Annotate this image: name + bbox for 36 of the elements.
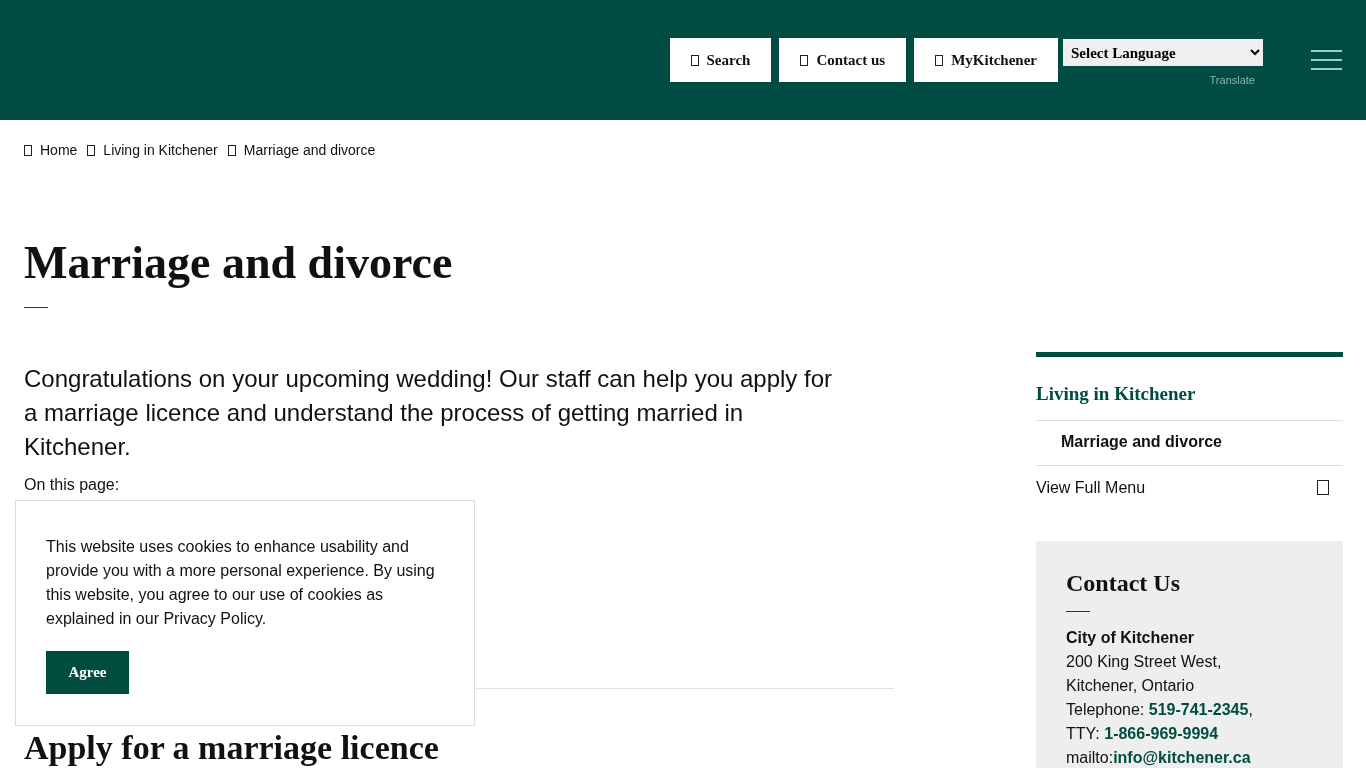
missing-glyph-icon xyxy=(800,54,809,66)
language-select[interactable]: Select Language xyxy=(1063,39,1263,66)
phone-link[interactable]: 519-741-2345 xyxy=(1148,700,1249,718)
contact-title: Contact Us xyxy=(1066,570,1181,595)
missing-glyph-icon xyxy=(935,54,944,66)
mail-label: mailto: xyxy=(1066,748,1114,766)
missing-glyph-icon xyxy=(24,144,32,156)
section-heading: Apply for a marriage licence xyxy=(24,728,440,767)
menu-icon[interactable] xyxy=(1311,50,1342,70)
header-button[interactable]: Contact us xyxy=(779,38,907,82)
breadcrumb-link[interactable]: Marriage and divorce xyxy=(243,142,376,158)
sidebar-item[interactable]: Marriage and divorce xyxy=(1036,420,1343,466)
organization-name: City of Kitchener xyxy=(1066,628,1194,646)
intro-text: Congratulations on your upcoming wedding! Our staff can help you apply for a marriage licence and understand the process of getting married in Kitchener. xyxy=(24,363,834,462)
tty-label: TTY: xyxy=(1066,724,1101,742)
missing-glyph-icon xyxy=(690,54,699,66)
header-button[interactable]: Search xyxy=(669,38,772,82)
email-link[interactable]: info@kitchener.ca xyxy=(1113,748,1251,766)
comma-text: , xyxy=(1248,700,1253,718)
translate-label: Translate xyxy=(1209,74,1255,86)
missing-glyph-icon xyxy=(87,144,96,156)
header-button[interactable]: MyKitchener xyxy=(914,38,1058,82)
address-line: 200 King Street West, xyxy=(1066,651,1223,672)
breadcrumb-link[interactable]: Living in Kitchener xyxy=(103,142,218,158)
agree-button[interactable]: Agree xyxy=(46,651,129,694)
missing-glyph-icon xyxy=(227,144,236,156)
page-title: Marriage and divorce xyxy=(24,238,454,289)
missing-glyph-icon xyxy=(1317,480,1329,496)
view-full-menu-button[interactable]: View Full Menu xyxy=(1036,465,1343,497)
on-this-page-label: On this page: xyxy=(24,475,121,494)
breadcrumb-link[interactable]: Home xyxy=(40,142,78,158)
sidebar-section-link[interactable]: Living in Kitchener xyxy=(1036,356,1343,421)
address-line: Kitchener, Ontario xyxy=(1066,675,1196,696)
phone-label: Telephone: xyxy=(1066,700,1146,718)
cookie-text: This website uses cookies to enhance usability and provide you with a more personal experience. By using this website, you agree to our use of cookies as explained in our Privacy Policy. xyxy=(46,537,436,629)
tty-link[interactable]: 1-866-969-9994 xyxy=(1104,724,1219,742)
